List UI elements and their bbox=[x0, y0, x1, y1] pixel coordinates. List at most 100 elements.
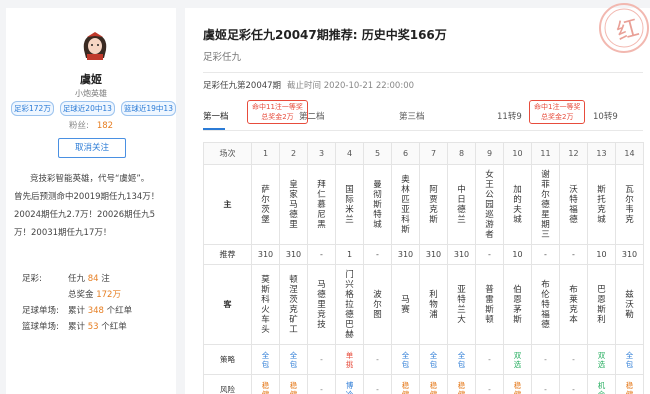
risk-cell: - bbox=[307, 374, 336, 394]
home-team: 国际米兰 bbox=[335, 164, 364, 245]
match-number: 5 bbox=[363, 142, 392, 165]
match-number: 13 bbox=[587, 142, 616, 165]
home-team-text: 皇家马德里 bbox=[289, 179, 298, 230]
profile-intro: 竞技彩智能英雄，代号“虞姬”。 曾先后预测命中20019期任九134万！ 200… bbox=[14, 170, 176, 242]
pick-cell: - bbox=[559, 244, 588, 265]
strategy-cell-text: 全包 bbox=[289, 350, 298, 369]
away-team-text: 伯恩茅斯 bbox=[513, 284, 522, 325]
pick-cell: - bbox=[531, 244, 560, 265]
away-team: 伯恩茅斯 bbox=[503, 264, 532, 345]
intro-line: 竞技彩智能英雄，代号“虞姬”。 bbox=[30, 174, 150, 184]
tab-tier-3[interactable]: 第三档 bbox=[399, 110, 425, 122]
risk-cell: 稳健 bbox=[615, 374, 644, 394]
tab-tier-1[interactable]: 第一档 bbox=[203, 110, 229, 122]
article-panel: 虞姬足彩任九20047期推荐: 历史中奖166万 足彩任九 红 足彩任九第200… bbox=[185, 3, 650, 394]
stat-text: 注 bbox=[101, 274, 110, 284]
unfollow-button[interactable]: 取消关注 bbox=[58, 138, 126, 158]
profile-card: 虞姬 小炮英雄 足彩172万 足球近20中13 篮球近19中13 粉丝: 182 … bbox=[6, 8, 176, 394]
home-team-text: 曼彻斯特城 bbox=[373, 179, 382, 230]
away-team-text: 兹沃勒 bbox=[625, 289, 634, 320]
risk-cell-text: 稳健 bbox=[401, 380, 410, 394]
risk-cell: 稳健 bbox=[391, 374, 420, 394]
away-team: 兹沃勒 bbox=[615, 264, 644, 345]
home-team: 瓦尔韦克 bbox=[615, 164, 644, 245]
match-number: 11 bbox=[531, 142, 560, 165]
home-team-text: 沃特福德 bbox=[569, 184, 578, 225]
home-team-text: 奥林匹亚科斯 bbox=[401, 174, 410, 235]
home-team-text: 国际米兰 bbox=[345, 184, 354, 225]
home-team: 沃特福德 bbox=[559, 164, 588, 245]
away-team-text: 亚特兰大 bbox=[457, 284, 466, 325]
risk-cell: - bbox=[475, 374, 504, 394]
page: 虞姬 小炮英雄 足彩172万 足球近20中13 篮球近19中13 粉丝: 182 … bbox=[0, 0, 650, 394]
prize-bubble: 命中1注一等奖 总奖金2万 bbox=[529, 100, 586, 124]
away-team: 巴恩斯利 bbox=[587, 264, 616, 345]
risk-cell-text: - bbox=[376, 385, 379, 394]
home-team-text: 拜仁慕尼黑 bbox=[317, 179, 326, 230]
strategy-cell: 全包 bbox=[251, 344, 280, 375]
row-label-risk: 风险 bbox=[203, 374, 252, 394]
risk-cell-text: 稳健 bbox=[289, 380, 298, 394]
tab-10to9[interactable]: 10转9 bbox=[593, 110, 618, 122]
risk-cell-text: 博冷 bbox=[345, 380, 354, 394]
home-team: 斯托克城 bbox=[587, 164, 616, 245]
stat-value: 348 bbox=[87, 306, 104, 316]
article-title: 虞姬足彩任九20047期推荐: 历史中奖166万 bbox=[203, 28, 447, 42]
risk-cell: - bbox=[363, 374, 392, 394]
badge-list: 足彩172万 足球近20中13 篮球近19中13 bbox=[11, 101, 176, 116]
strategy-cell: 双选 bbox=[587, 344, 616, 375]
match-number: 1 bbox=[251, 142, 280, 165]
tab-11to9[interactable]: 11转9 bbox=[497, 110, 522, 122]
home-team: 加的夫城 bbox=[503, 164, 532, 245]
home-team-text: 中日德兰 bbox=[457, 184, 466, 225]
risk-cell-text: 稳健 bbox=[513, 380, 522, 394]
home-team: 曼彻斯特城 bbox=[363, 164, 392, 245]
risk-cell: 稳健 bbox=[279, 374, 308, 394]
home-team-text: 谢菲尔德星期三 bbox=[541, 169, 550, 240]
strategy-cell-text: 全包 bbox=[429, 350, 438, 369]
away-team: 顿涅茨克矿工 bbox=[279, 264, 308, 345]
tab-tier-2[interactable]: 第二档 bbox=[299, 110, 325, 122]
bubble-text: 总奖金2万 bbox=[261, 113, 294, 121]
risk-cell-text: - bbox=[488, 385, 491, 394]
home-team: 阿贾克斯 bbox=[419, 164, 448, 245]
strategy-cell-text: - bbox=[544, 355, 547, 364]
away-team-text: 波尔图 bbox=[373, 289, 382, 320]
strategy-cell: 全包 bbox=[391, 344, 420, 375]
away-team-text: 马德里竞技 bbox=[317, 279, 326, 330]
stat-label-lottery: 足彩: bbox=[22, 274, 42, 284]
issue-label: 足彩任九第20047期 bbox=[203, 81, 282, 91]
strategy-cell-text: 全包 bbox=[261, 350, 270, 369]
issue-meta: 足彩任九第20047期 截止时间 2020-10-21 22:00:00 bbox=[203, 79, 414, 91]
user-name: 虞姬 bbox=[80, 73, 102, 86]
away-team-text: 马赛 bbox=[401, 294, 410, 315]
away-team: 马德里竞技 bbox=[307, 264, 336, 345]
home-team: 拜仁慕尼黑 bbox=[307, 164, 336, 245]
strategy-cell: - bbox=[559, 344, 588, 375]
away-team: 普雷斯顿 bbox=[475, 264, 504, 345]
match-number: 8 bbox=[447, 142, 476, 165]
pick-cell: - bbox=[363, 244, 392, 265]
stat-label-basketball: 篮球单场: bbox=[22, 322, 59, 332]
avatar[interactable] bbox=[78, 28, 112, 62]
home-team: 中日德兰 bbox=[447, 164, 476, 245]
article-category[interactable]: 足彩任九 bbox=[203, 49, 241, 63]
stat-value: 53 bbox=[87, 322, 99, 332]
away-team: 利物浦 bbox=[419, 264, 448, 345]
away-team-text: 莫斯科火车头 bbox=[261, 274, 270, 335]
strategy-cell-text: - bbox=[488, 355, 491, 364]
stat-text: 个红单 bbox=[106, 306, 133, 316]
pick-cell: 310 bbox=[391, 244, 420, 265]
pick-cell: 10 bbox=[587, 244, 616, 265]
row-label-strategy: 策略 bbox=[203, 344, 252, 375]
home-team-text: 萨尔茨堡 bbox=[261, 184, 270, 225]
pick-cell: - bbox=[307, 244, 336, 265]
pick-cell: 310 bbox=[419, 244, 448, 265]
pick-cell: 310 bbox=[447, 244, 476, 265]
home-team-text: 斯托克城 bbox=[597, 184, 606, 225]
home-team: 萨尔茨堡 bbox=[251, 164, 280, 245]
deadline-time: 截止时间 2020-10-21 22:00:00 bbox=[287, 81, 415, 91]
match-number: 3 bbox=[307, 142, 336, 165]
risk-cell: - bbox=[531, 374, 560, 394]
strategy-cell-text: 双选 bbox=[513, 350, 522, 369]
